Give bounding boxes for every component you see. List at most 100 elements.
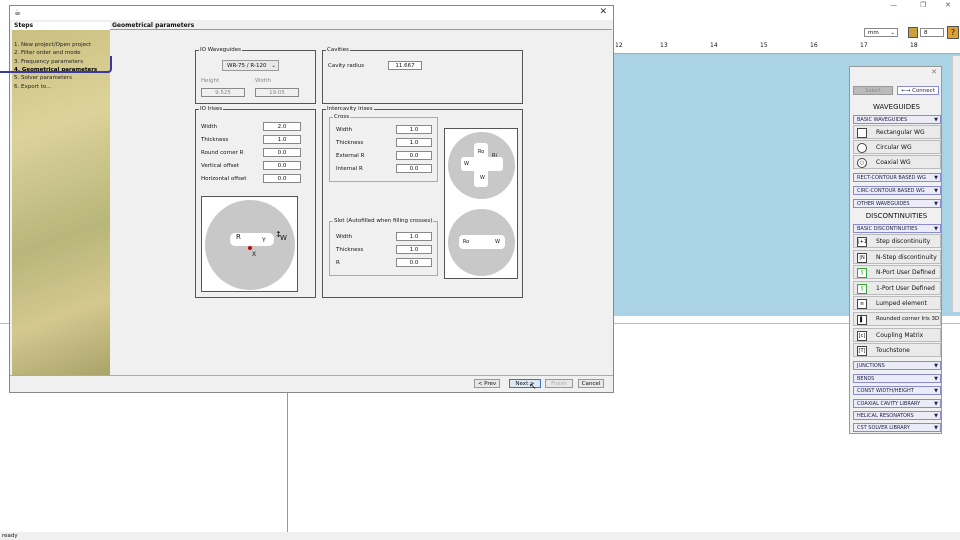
rect-contour-bar[interactable]: RECT-CONTOUR BASED WG ▼ [853,173,941,182]
bar-label: BASIC DISCONTINUITIES [857,226,918,232]
maximize-icon[interactable]: ❐ [920,1,926,9]
rounded-iris-button[interactable]: ▌ Rounded corner Iris 3D [853,312,941,326]
cancel-button[interactable]: Cancel [578,379,604,388]
slot-r-field[interactable]: 0.0 [396,258,432,267]
waveguide-select[interactable]: WR-75 / R-120 ⌄ [222,60,279,71]
dropdown-arrow-icon: ▼ [934,117,938,123]
height-label: Height [201,78,220,84]
junctions-bar[interactable]: JUNCTIONS ▼ [853,361,941,370]
nstep-discontinuity-button[interactable]: |N N-Step discontinuity [853,250,941,264]
coaxial-wg-button[interactable]: ○ Coaxial WG [853,155,941,169]
bar-label: CONST WIDTH/HEIGHT [857,388,914,394]
connect-button[interactable]: ←→ Connect [897,86,939,95]
vertical-offset-label: Vertical offset [201,163,239,169]
bar-label: COAXIAL CAVITY LIBRARY [857,401,921,407]
help-icon[interactable]: ? [947,26,959,39]
steps-panel: Steps 1. New project/Open project 2. Fil… [12,22,110,376]
coupling-matrix-button[interactable]: [c] Coupling Matrix [853,328,941,342]
lumped-element-button[interactable]: ≡ Lumped element [853,296,941,310]
select-button[interactable]: Select [853,86,893,95]
item-label: Rectangular WG [876,129,925,136]
bar-label: CIRC-CONTOUR BASED WG [857,188,925,194]
internal-r-label: Internal R [336,166,363,172]
group-title: IO Waveguides [200,47,242,53]
other-waveguides-bar[interactable]: OTHER WAVEGUIDES ▼ [853,199,941,208]
zoom-select[interactable]: 8 [920,28,944,37]
iris-thickness-label: Thickness [201,137,229,143]
item-label: Touchstone [876,347,910,354]
const-width-height-bar[interactable]: CONST WIDTH/HEIGHT ▼ [853,386,941,395]
bar-label: RECT-CONTOUR BASED WG [857,175,926,181]
slot-thickness-field[interactable]: 1.0 [396,245,432,254]
chevron-down-icon: ⌄ [890,30,895,36]
ruler-tick: 12 [615,42,623,49]
dropdown-arrow-icon: ▼ [934,401,938,407]
rectangular-wg-button[interactable]: Rectangular WG [853,125,941,139]
step-discontinuity-button[interactable]: |+1 Step discontinuity [853,234,941,248]
section-title: Geometrical parameters [110,22,612,30]
item-label: N-Port User Defined [876,269,936,276]
close-icon[interactable]: ✕ [945,1,951,9]
fig-label-y: Y [262,237,266,244]
helical-resonators-bar[interactable]: HELICAL RESONATORS ▼ [853,411,941,420]
height-field[interactable]: 9.525 [201,88,245,97]
round-corner-label: Round corner R [201,150,244,156]
cross-thickness-field[interactable]: 1.0 [396,138,432,147]
waveguide-select-value: WR-75 / R-120 [227,63,267,69]
cross-width-field[interactable]: 1.0 [396,125,432,134]
external-r-field[interactable]: 0.0 [396,151,432,160]
minimize-icon[interactable]: — [890,1,897,9]
width-field[interactable]: 19.05 [255,88,299,97]
basic-discontinuities-bar[interactable]: BASIC DISCONTINUITIES ▼ [853,224,941,233]
vertical-scrollbar[interactable] [952,56,960,312]
internal-r-field[interactable]: 0.0 [396,164,432,173]
status-bar: ready [0,532,960,540]
component-palette: ✕ Select ←→ Connect WAVEGUIDES BASIC WAV… [849,66,942,434]
coupling-icon: [c] [857,331,867,341]
bar-label: HELICAL RESONATORS [857,413,914,419]
circ-contour-bar[interactable]: CIRC-CONTOUR BASED WG ▼ [853,186,941,195]
group-title: Intercavity irises [327,106,373,112]
units-select[interactable]: mm ⌄ [864,28,898,37]
iris-thickness-field[interactable]: 1.0 [263,135,301,144]
touchstone-button[interactable]: [T] Touchstone [853,343,941,357]
touchstone-icon: [T] [857,346,867,356]
round-corner-field[interactable]: 0.0 [263,148,301,157]
circular-wg-button[interactable]: Circular WG [853,140,941,154]
rect-wg-icon [857,128,867,138]
oneport-user-defined-button[interactable]: § 1-Port User Defined [853,281,941,295]
group-title: IO Irises [200,106,223,112]
item-label: N-Step discontinuity [876,254,937,261]
finish-button[interactable]: Finish [545,379,573,388]
slot-width-field[interactable]: 1.0 [396,232,432,241]
prev-button[interactable]: < Prev [474,379,500,388]
fig-label-r: R [236,233,241,241]
coaxial-cavity-library-bar[interactable]: COAXIAL CAVITY LIBRARY ▼ [853,399,941,408]
bends-bar[interactable]: BENDS ▼ [853,374,941,383]
origin-dot [248,246,252,250]
cst-solver-library-bar[interactable]: CST SOLVER LIBRARY ▼ [853,423,941,432]
external-r-label: External R [336,153,365,159]
dropdown-arrow-icon: ▼ [934,363,938,369]
discontinuities-header: DISCONTINUITIES [865,212,928,220]
lumped-icon: ≡ [857,299,867,309]
palette-close-icon[interactable]: ✕ [931,68,937,76]
vertical-offset-field[interactable]: 0.0 [263,161,301,170]
item-label: Coupling Matrix [876,332,924,339]
ruler-tick: 14 [710,42,718,49]
mouse-cursor-icon: ↖ [529,382,537,392]
iris-width-field[interactable]: 2.0 [263,122,301,131]
fig-label-ro: Ro [478,149,485,155]
group-title: Cavities [327,47,349,53]
basic-waveguides-bar[interactable]: BASIC WAVEGUIDES ▼ [853,115,941,124]
horizontal-offset-field[interactable]: 0.0 [263,174,301,183]
slot-thickness-label: Thickness [336,247,364,253]
highlight-annotation [0,56,112,73]
nport-user-defined-button[interactable]: § N-Port User Defined [853,265,941,279]
waveguides-header: WAVEGUIDES [873,103,920,111]
cavity-radius-label: Cavity radius [328,63,365,69]
zoom-icon[interactable] [908,27,918,38]
cavity-radius-field[interactable]: 11.667 [388,61,422,70]
dialog-close-icon[interactable]: ✕ [599,7,607,17]
units-value: mm [868,30,879,36]
